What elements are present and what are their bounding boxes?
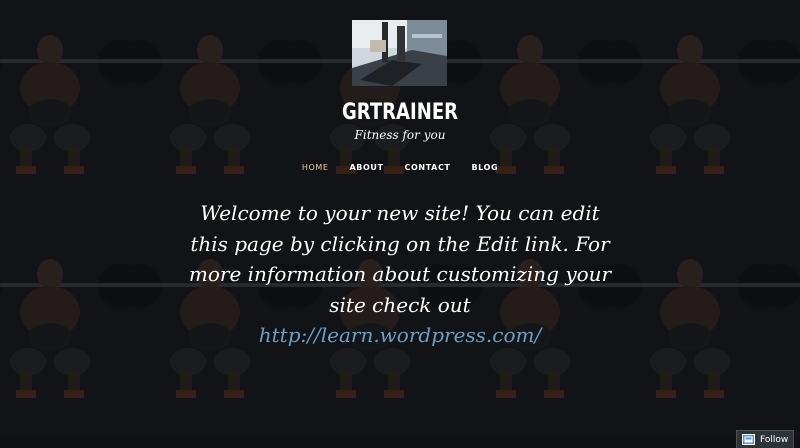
main-navigation: HOME ABOUT CONTACT BLOG (0, 163, 800, 172)
main-content: Welcome to your new site! You can edit t… (180, 198, 620, 351)
nav-item-contact[interactable]: CONTACT (405, 163, 451, 172)
site-tagline: Fitness for you (354, 128, 446, 142)
follow-button[interactable]: Follow (736, 430, 794, 448)
welcome-text: Welcome to your new site! You can edit t… (188, 201, 612, 317)
nav-item-blog[interactable]: BLOG (471, 163, 498, 172)
treadmill-photo (352, 20, 447, 86)
nav-item-home[interactable]: HOME (302, 163, 329, 172)
follow-icon (742, 434, 755, 445)
nav-item-about[interactable]: ABOUT (350, 163, 384, 172)
learn-wordpress-link[interactable]: http://learn.wordpress.com/ (180, 320, 620, 351)
follow-label: Follow (760, 434, 789, 445)
site-title[interactable]: GRTRAINER (72, 100, 728, 125)
site-logo[interactable] (352, 20, 447, 86)
